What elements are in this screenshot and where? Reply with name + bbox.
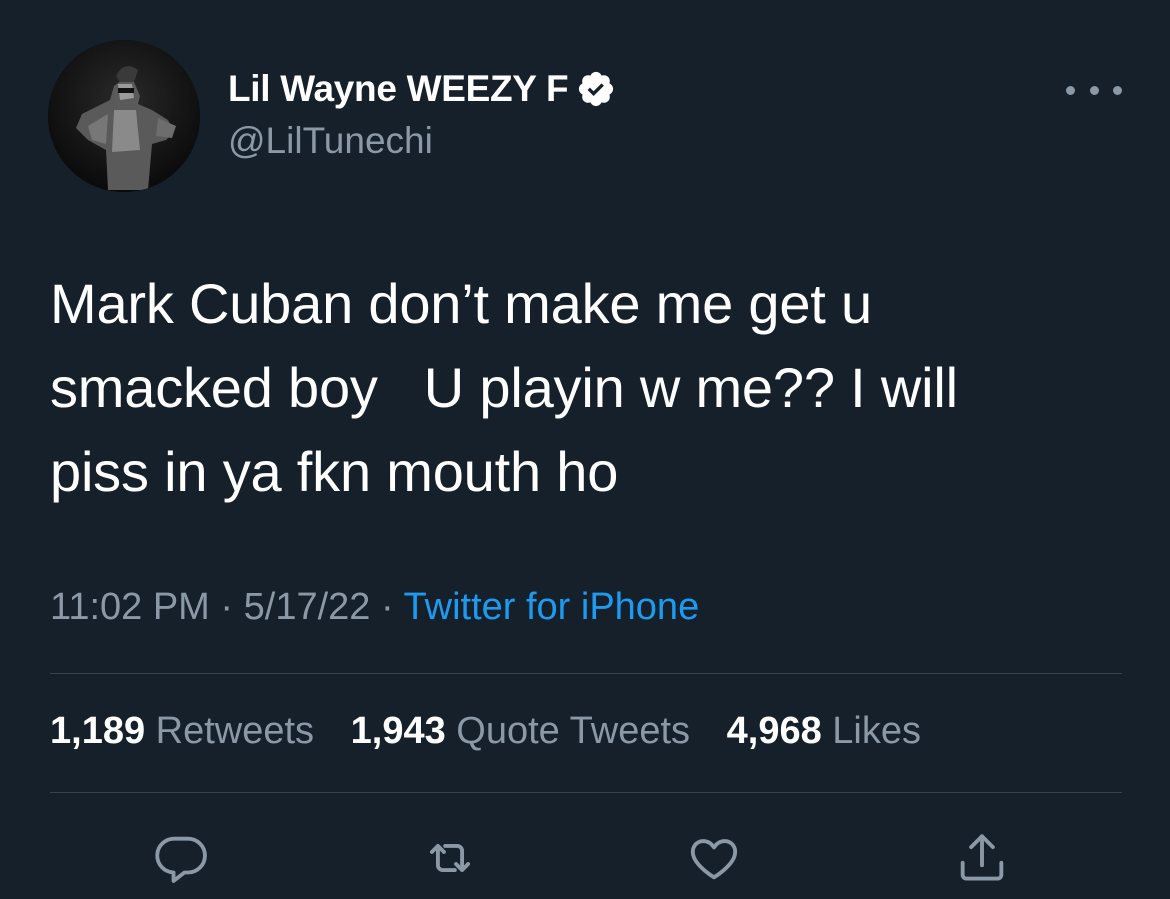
tweet-action-bar: [0, 828, 1170, 888]
likes-label: Likes: [832, 710, 921, 752]
tweet-meta: 11:02 PM · 5/17/22 · Twitter for iPhone: [50, 586, 699, 629]
author-name-row[interactable]: Lil Wayne WEEZY F: [228, 68, 616, 110]
meta-separator: ·: [380, 586, 404, 628]
like-button[interactable]: [682, 828, 746, 888]
author-handle[interactable]: @LilTunechi: [228, 120, 433, 162]
retweets-stat[interactable]: 1,189 Retweets: [50, 710, 314, 752]
retweets-label: Retweets: [155, 710, 315, 752]
likes-count: 4,968: [726, 710, 822, 752]
retweets-count: 1,189: [50, 710, 146, 752]
avatar[interactable]: [48, 40, 200, 192]
retweet-icon: [429, 843, 471, 873]
reply-icon: [155, 836, 207, 883]
display-name[interactable]: Lil Wayne WEEZY F: [228, 68, 569, 110]
share-button[interactable]: [950, 828, 1014, 888]
divider: [50, 673, 1122, 674]
like-icon: [690, 839, 738, 880]
reply-button[interactable]: [150, 828, 214, 888]
more-dot: [1089, 85, 1099, 95]
quote-tweets-stat[interactable]: 1,943 Quote Tweets: [351, 710, 690, 752]
tweet-text: Mark Cuban don’t make me get u smacked b…: [50, 272, 958, 503]
verified-badge-icon: [576, 69, 616, 109]
tweet-stats: 1,189 Retweets 1,943 Quote Tweets 4,968 …: [50, 710, 947, 753]
tweet-time[interactable]: 11:02 PM: [50, 586, 210, 628]
divider: [50, 792, 1122, 793]
likes-stat[interactable]: 4,968 Likes: [727, 710, 921, 752]
more-icon[interactable]: [1066, 72, 1122, 108]
share-icon: [960, 834, 1004, 881]
quote-tweets-label: Quote Tweets: [456, 710, 691, 752]
meta-separator: ·: [220, 586, 244, 628]
tweet-date[interactable]: 5/17/22: [244, 586, 371, 628]
more-dot: [1066, 85, 1075, 95]
retweet-button[interactable]: [418, 828, 482, 888]
more-dot: [1113, 85, 1122, 95]
quote-tweets-count: 1,943: [350, 710, 446, 752]
tweet-source-link[interactable]: Twitter for iPhone: [404, 586, 700, 628]
